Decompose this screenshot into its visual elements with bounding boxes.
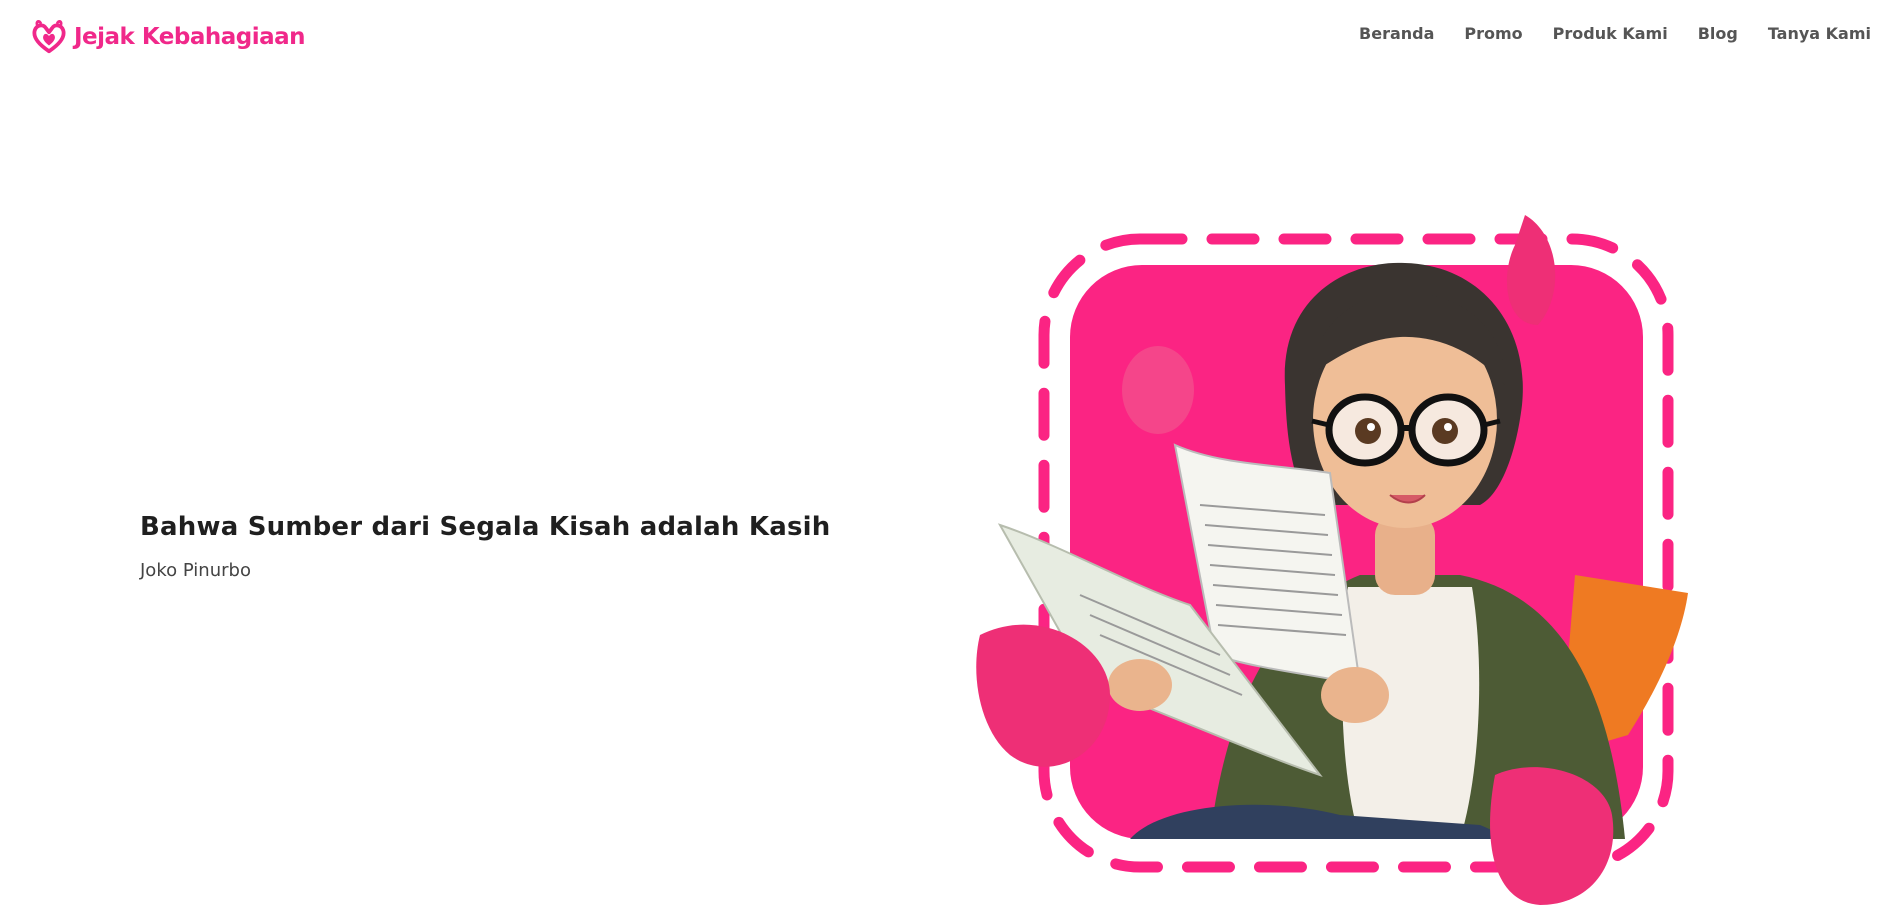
nav-item-blog: Blog (1698, 24, 1738, 43)
nav-item-promo: Promo (1464, 24, 1522, 43)
hero-quote: Bahwa Sumber dari Segala Kisah adalah Ka… (140, 512, 831, 542)
left-hand (1108, 659, 1172, 711)
nav-item-beranda: Beranda (1359, 24, 1434, 43)
hero-text: Bahwa Sumber dari Segala Kisah adalah Ka… (140, 512, 900, 581)
heart-flame-icon (32, 19, 66, 54)
nav-link-produk-kami[interactable]: Produk Kami (1553, 24, 1668, 43)
nav-item-tanya-kami: Tanya Kami (1768, 24, 1871, 43)
nav-link-beranda[interactable]: Beranda (1359, 24, 1434, 43)
hero-illustration (960, 215, 1700, 905)
hero-author: Joko Pinurbo (140, 560, 251, 581)
woman-reading-newspaper-illustration (976, 215, 1688, 905)
nav-link-tanya-kami[interactable]: Tanya Kami (1768, 24, 1871, 43)
navbar: Jejak Kebahagiaan Beranda Promo Produk K… (0, 0, 1903, 72)
brand-link[interactable]: Jejak Kebahagiaan (30, 18, 306, 56)
main-nav: Beranda Promo Produk Kami Blog Tanya Kam… (1359, 24, 1871, 43)
nav-link-promo[interactable]: Promo (1464, 24, 1522, 43)
right-hand (1321, 667, 1389, 723)
brand-name: Jejak Kebahagiaan (74, 24, 306, 50)
nav-item-produk-kami: Produk Kami (1553, 24, 1668, 43)
nav-link-blog[interactable]: Blog (1698, 24, 1738, 43)
